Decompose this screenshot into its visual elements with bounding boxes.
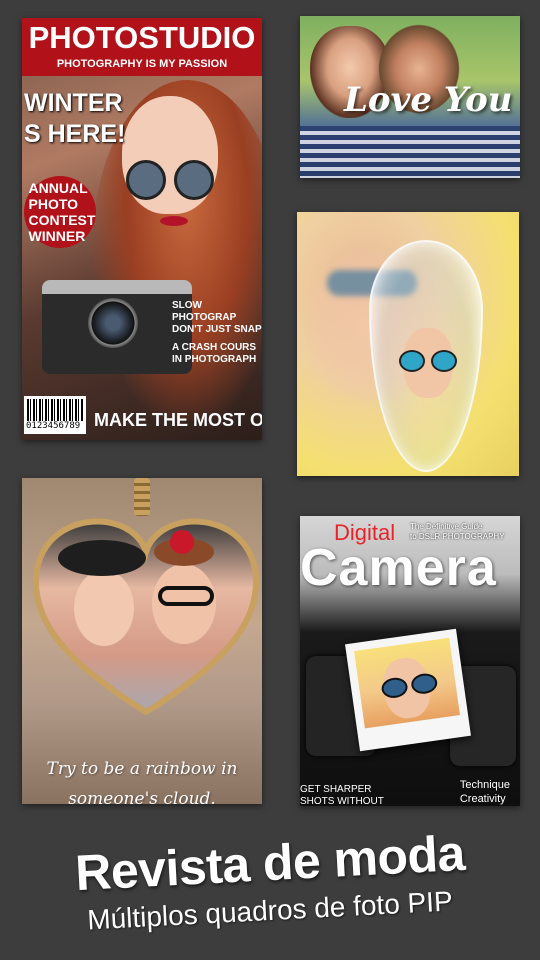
badge-line: CONTEST — [28, 212, 96, 228]
cover-bottom-text: MAKE THE MOST OF — [94, 410, 262, 430]
camera-magazine-title: Camera — [300, 539, 497, 597]
cover-headline-line: S HERE! — [24, 120, 126, 148]
love-you-overlay-text: Love You — [344, 80, 513, 120]
sunglasses-icon — [126, 160, 166, 200]
cover-line: GET SHARPER — [300, 784, 372, 795]
cover-side-text: SLOW PHOTOGRAP DON'T JUST SNAP A CRASH C… — [172, 300, 262, 366]
photo-image — [354, 637, 460, 729]
side-text-line: SLOW PHOTOGRAP — [172, 300, 237, 323]
cover-headline-line: WINTER — [24, 89, 123, 117]
water-drop-frame-thumbnail[interactable] — [297, 212, 519, 476]
barcode: 0123456789 — [24, 396, 86, 434]
camera-lens-icon — [88, 298, 138, 348]
quote-line: Try to be a rainbow in — [46, 759, 238, 779]
badge-line: WINNER — [28, 228, 86, 244]
sunglasses-icon — [174, 160, 214, 200]
magazine-title: PHOTOSTUDIO — [28, 20, 256, 55]
love-you-frame-thumbnail[interactable]: Love You — [300, 16, 520, 178]
model-face-image — [122, 96, 218, 226]
magazine-subtitle: PHOTOGRAPHY IS MY PASSION — [56, 58, 228, 70]
photostudio-frame-thumbnail[interactable]: PHOTOSTUDIO PHOTOGRAPHY IS MY PASSION WI… — [22, 18, 262, 440]
chain-icon — [134, 478, 150, 516]
heart-shape — [32, 518, 260, 716]
cover-line: SHOTS WITHOUT — [300, 796, 384, 806]
heart-pendant-icon — [32, 516, 260, 716]
polaroid-photo — [345, 628, 471, 752]
lips-shape — [160, 216, 188, 226]
cover-bottom-left-text: GET SHARPER SHOTS WITHOUT — [300, 784, 384, 806]
guide-line: The Definitive Guide — [410, 522, 483, 531]
barcode-lines-icon — [27, 399, 83, 421]
water-drop-icon — [369, 240, 483, 472]
cover-line: Creativity — [459, 793, 506, 805]
badge-line: PHOTO — [28, 196, 79, 212]
cover-headline: WINTER S HERE! — [24, 88, 125, 150]
contest-badge: ANNUAL PHOTO CONTEST WINNER — [24, 176, 96, 248]
cover-line: Technique — [459, 779, 510, 791]
masthead-bar: PHOTOSTUDIO PHOTOGRAPHY IS MY PASSION — [22, 18, 262, 76]
barcode-number: 0123456789 — [26, 421, 81, 431]
heart-frame-thumbnail[interactable]: Try to be a rainbow in someone's cloud. — [22, 478, 262, 804]
side-text-line: A CRASH COURS — [172, 342, 257, 353]
side-text-line: IN PHOTOGRAPH — [172, 354, 257, 365]
side-text-line: DON'T JUST SNAP — [172, 324, 262, 335]
digital-camera-frame-thumbnail[interactable]: Digital The Definitive Guide to DSLR PHO… — [300, 516, 520, 806]
quote-line: someone's cloud. — [68, 789, 216, 804]
rainbow-quote: Try to be a rainbow in someone's cloud. — [22, 754, 262, 804]
striped-shirt-image — [300, 126, 520, 178]
sunglasses-icon — [397, 350, 459, 372]
badge-line: ANNUAL — [28, 180, 88, 196]
cover-bottom-right-text: Technique Creativity — [460, 778, 510, 806]
